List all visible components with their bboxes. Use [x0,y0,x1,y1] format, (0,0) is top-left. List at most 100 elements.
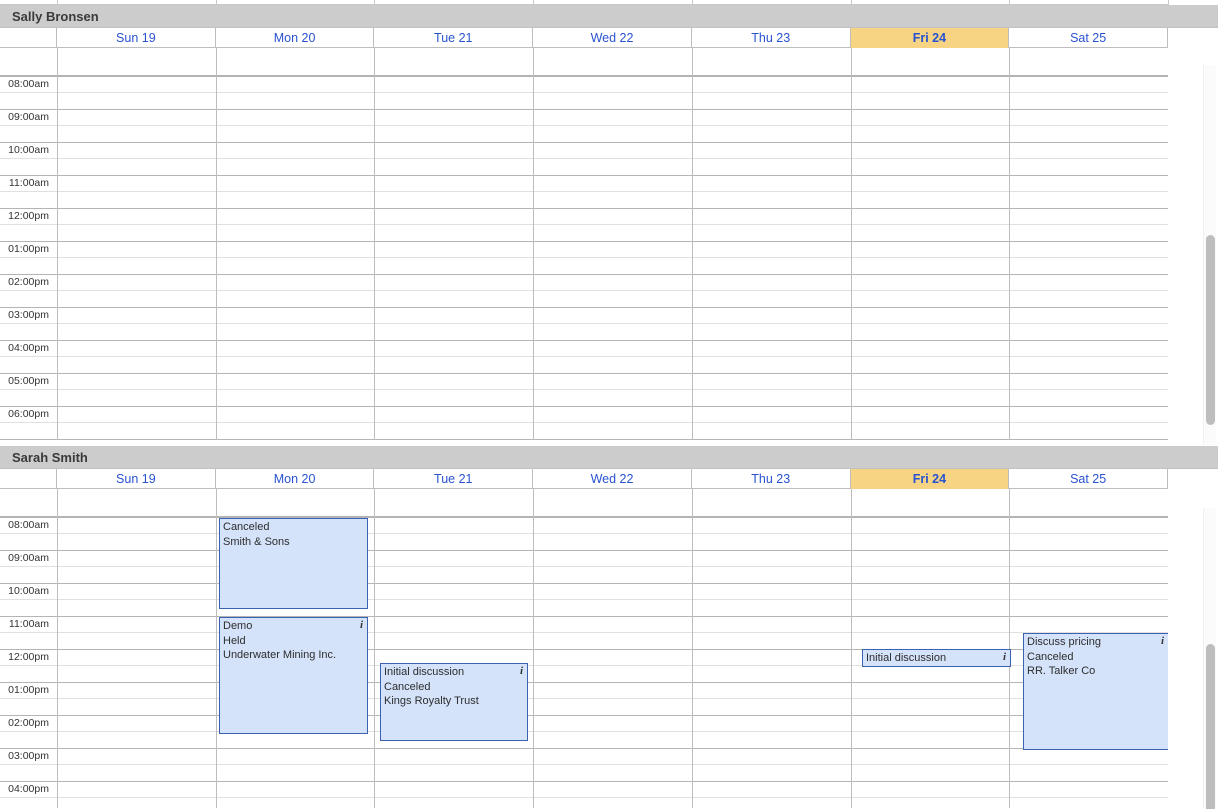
half-hour-gridline [0,191,1168,192]
half-hour-gridline [0,632,1168,633]
half-hour-gridline [0,731,1168,732]
time-label: 08:00am [8,519,49,531]
time-label: 06:00pm [8,408,49,420]
event-detail-line: Canceled [1027,650,1074,663]
calendar-event[interactable]: Discuss pricing Canceled RR. Talker Co i [1023,633,1168,750]
event-title: Initial discussion [866,652,947,664]
event-title: Demo [223,620,253,632]
column-divider [851,48,852,440]
event-detail-line: Held [223,634,246,647]
time-label: 02:00pm [8,717,49,729]
day-header-mon-20[interactable]: Mon 20 [216,28,375,48]
day-header-sun-19[interactable]: Sun 19 [57,469,216,489]
day-header-tue-21[interactable]: Tue 21 [374,469,534,489]
calendar-section-sally-bronsen: Sally Bronsen Sun 19 Mon 20 Tue 21 Wed 22 Th… [0,5,1220,445]
event-detail-line: Smith & Sons [223,535,290,548]
time-label: 03:00pm [8,750,49,762]
hour-gridline [0,616,1168,617]
hour-gridline [0,340,1168,341]
calendar-event[interactable]: Demo Held Underwater Mining Inc. i [219,617,368,734]
time-label: 04:00pm [8,342,49,354]
calendar-event[interactable]: Canceled Smith & Sons [219,518,368,609]
column-divider [533,48,534,440]
column-divider [374,48,375,440]
vertical-scrollbar-thumb-1[interactable] [1206,235,1215,425]
info-icon[interactable]: i [1161,634,1164,649]
vertical-scrollbar-track-2[interactable] [1203,508,1216,809]
column-divider [692,48,693,440]
hour-gridline [0,781,1168,782]
day-header-sun-19[interactable]: Sun 19 [57,28,216,48]
hour-gridline [0,208,1168,209]
half-hour-gridline [0,389,1168,390]
half-hour-gridline [0,533,1168,534]
hour-gridline [0,406,1168,407]
half-hour-gridline [0,92,1168,93]
calendar-grid: Sun 19 Mon 20 Tue 21 Wed 22 Thu 23 Fri 24 Sat … [0,469,1168,808]
hour-gridline [0,274,1168,275]
column-divider [57,489,58,808]
half-hour-gridline [0,599,1168,600]
hour-gridline [0,715,1168,716]
event-title: Initial discussion [384,666,465,678]
time-label: 10:00am [8,585,49,597]
hour-gridline [0,142,1168,143]
time-label: 12:00pm [8,651,49,663]
half-hour-gridline [0,566,1168,567]
half-hour-gridline [0,158,1168,159]
half-hour-gridline [0,290,1168,291]
time-label: 02:00pm [8,276,49,288]
hour-gridline [0,307,1168,308]
hour-gridline [0,583,1168,584]
time-label: 09:00am [8,552,49,564]
time-label: 12:00pm [8,210,49,222]
calendar-event[interactable]: Initial discussion i [862,649,1011,667]
half-hour-gridline [0,797,1168,798]
time-label: 05:00pm [8,375,49,387]
hour-gridline [0,76,1168,77]
vertical-scrollbar-track-1[interactable] [1203,65,1216,445]
half-hour-gridline [0,356,1168,357]
day-header-mon-20[interactable]: Mon 20 [216,469,375,489]
event-detail-line: Underwater Mining Inc. [223,649,337,662]
info-icon[interactable]: i [360,618,363,633]
day-header-fri-24[interactable]: Fri 24 [850,28,1010,48]
hour-gridline [0,682,1168,683]
column-divider [216,48,217,440]
multi-calendar-view: Sally Bronsen Sun 19 Mon 20 Tue 21 Wed 22 Th… [0,0,1220,809]
hour-gridline [0,550,1168,551]
time-grid-body[interactable]: 08:00am 09:00am 10:00am 11:00am 12:00pm 01:00… [0,489,1168,808]
column-divider [533,489,534,808]
calendar-owner-title: Sarah Smith [0,446,1218,469]
day-header-fri-24[interactable]: Fri 24 [850,469,1010,489]
info-icon[interactable]: i [1003,650,1006,665]
hour-gridline [0,439,1168,440]
day-header-thu-23[interactable]: Thu 23 [692,28,851,48]
day-header-tue-21[interactable]: Tue 21 [374,28,534,48]
day-header-sat-25[interactable]: Sat 25 [1009,28,1168,48]
calendar-event[interactable]: Initial discussion Canceled Kings Royalty … [380,663,528,741]
time-grid-body[interactable]: 08:00am 09:00am 10:00am 11:00am 12:00pm 01:00… [0,48,1168,440]
time-label: 09:00am [8,111,49,123]
day-header-thu-23[interactable]: Thu 23 [692,469,851,489]
day-header-row: Sun 19 Mon 20 Tue 21 Wed 22 Thu 23 Fri 24 Sat … [0,28,1168,48]
event-detail-line: RR. Talker Co [1027,665,1096,678]
hour-gridline [0,748,1168,749]
vertical-scrollbar-thumb-2[interactable] [1206,644,1215,809]
hour-gridline [0,109,1168,110]
info-icon[interactable]: i [520,664,523,679]
half-hour-gridline [0,125,1168,126]
calendar-section-sarah-smith: Sarah Smith Sun 19 Mon 20 Tue 21 Wed 22 Thu … [0,446,1220,809]
half-hour-gridline [0,257,1168,258]
day-header-wed-22[interactable]: Wed 22 [533,469,692,489]
time-label: 11:00am [8,177,49,189]
time-label: 03:00pm [8,309,49,321]
event-title: Canceled [223,521,270,533]
column-divider [851,489,852,808]
day-header-gutter [0,28,57,48]
day-header-sat-25[interactable]: Sat 25 [1009,469,1168,489]
column-divider [216,489,217,808]
half-hour-gridline [0,422,1168,423]
day-header-wed-22[interactable]: Wed 22 [533,28,692,48]
day-header-row: Sun 19 Mon 20 Tue 21 Wed 22 Thu 23 Fri 24 Sat … [0,469,1168,489]
